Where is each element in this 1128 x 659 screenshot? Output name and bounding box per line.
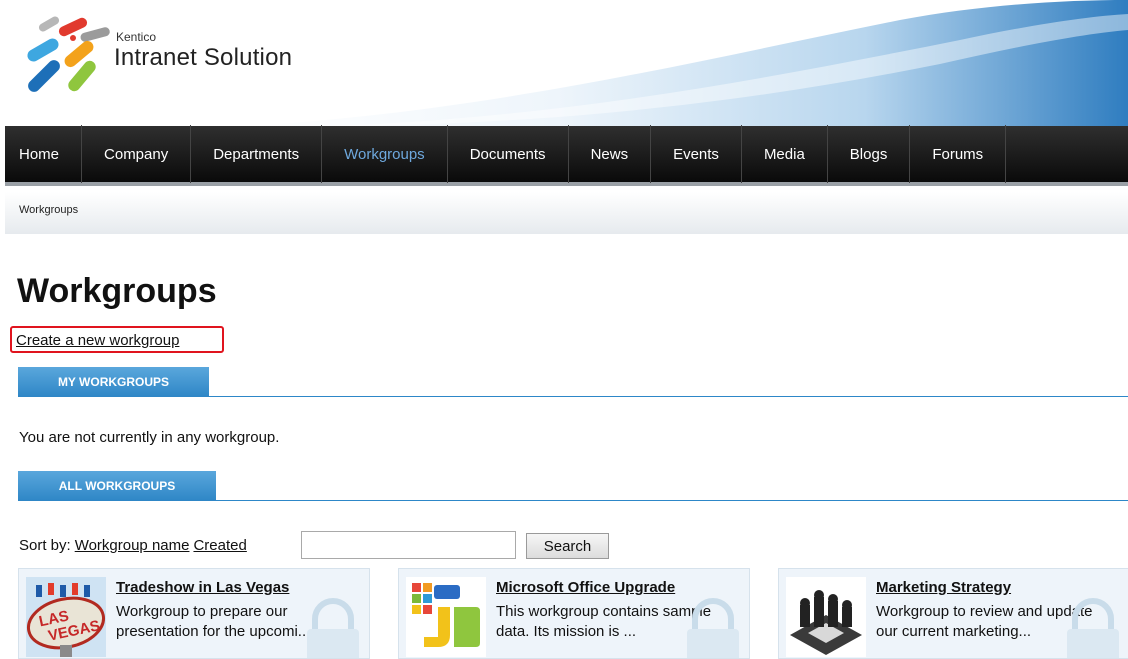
- lock-icon: [687, 598, 739, 658]
- nav-item-company[interactable]: Company: [82, 125, 192, 183]
- workgroup-card[interactable]: Microsoft Office Upgrade This workgroup …: [398, 568, 750, 659]
- create-workgroup-link[interactable]: Create a new workgroup: [16, 332, 179, 349]
- brand-vendor: Kentico: [116, 30, 157, 44]
- sort-bar: Sort by: Workgroup name Created: [19, 537, 247, 554]
- nav-item-media[interactable]: Media: [742, 125, 828, 183]
- workgroup-title[interactable]: Marketing Strategy: [876, 579, 1011, 596]
- nav-item-workgroups[interactable]: Workgroups: [322, 125, 448, 183]
- brand-name: Intranet Solution: [114, 44, 293, 71]
- nav-item-documents[interactable]: Documents: [448, 125, 569, 183]
- tab-my-workgroups[interactable]: MY WORKGROUPS: [18, 367, 209, 397]
- search-input[interactable]: [301, 531, 516, 559]
- nav-item-home[interactable]: Home: [5, 125, 83, 183]
- workgroup-card[interactable]: Marketing Strategy Workgroup to review a…: [778, 568, 1128, 659]
- nav-item-news[interactable]: News: [569, 125, 652, 183]
- workgroup-title[interactable]: Tradeshow in Las Vegas: [116, 579, 289, 596]
- search-button[interactable]: Search: [526, 533, 609, 559]
- nav-item-forums[interactable]: Forums: [910, 125, 1007, 183]
- breadcrumb: Workgroups: [5, 192, 1128, 234]
- chess-pieces-image: [786, 577, 866, 657]
- tab-all-workgroups[interactable]: ALL WORKGROUPS: [18, 471, 216, 501]
- sort-by-name-link[interactable]: Workgroup name: [75, 537, 190, 554]
- page-title: Workgroups: [17, 272, 217, 310]
- workgroup-title[interactable]: Microsoft Office Upgrade: [496, 579, 675, 596]
- site-header: Kentico Intranet Solution: [0, 0, 1128, 126]
- empty-workgroups-message: You are not currently in any workgroup.: [19, 429, 280, 446]
- lock-icon: [1067, 598, 1119, 658]
- las-vegas-sign-image: LAS VEGAS: [26, 577, 106, 657]
- nav-item-blogs[interactable]: Blogs: [828, 125, 911, 183]
- sort-label: Sort by:: [19, 537, 71, 554]
- main-nav: Home Company Departments Workgroups Docu…: [5, 125, 1128, 186]
- office-logo-image: [406, 577, 486, 657]
- breadcrumb-current: Workgroups: [19, 204, 79, 216]
- lock-icon: [307, 598, 359, 658]
- workgroup-card[interactable]: LAS VEGAS Tradeshow in Las Vegas Workgro…: [18, 568, 370, 659]
- nav-item-departments[interactable]: Departments: [191, 125, 323, 183]
- sort-by-created-link[interactable]: Created: [193, 537, 246, 554]
- nav-item-events[interactable]: Events: [651, 125, 742, 183]
- kentico-logo-icon: [27, 16, 110, 92]
